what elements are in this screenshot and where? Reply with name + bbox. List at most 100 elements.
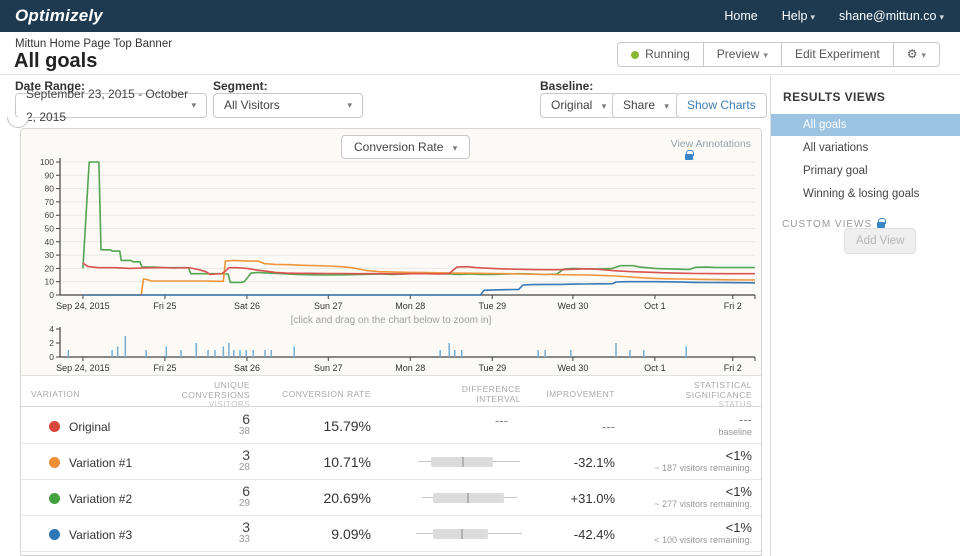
svg-text:Sat 26: Sat 26 [234,363,260,373]
chevron-down-icon: ▾ [921,50,926,60]
running-status-dot [631,51,639,59]
interval-midline [467,493,469,503]
settings-gear-button[interactable]: ⚙▾ [894,42,940,67]
header-actions: Running Preview▾ Edit Experiment ⚙▾ [617,42,940,67]
chevron-down-icon: ▾ [763,50,768,60]
share-label: Share [623,98,655,112]
col-header-improvement: Improvement [525,389,615,399]
navbar-link-home[interactable]: Home [724,9,757,23]
variation-color-dot [49,529,60,540]
optimizely-logo[interactable]: Optimizely [15,6,103,26]
top-navbar: Optimizely Home Help▾ shane@mittun.co▾ [0,0,960,32]
interval-dash: --- [495,413,508,428]
baseline-select[interactable]: Original ▾ [540,93,617,118]
segment-label: Segment: [213,79,268,93]
experiment-name: Mittun Home Page Top Banner [15,38,172,50]
significance-cell: <1%< 100 visitors remaining. [654,521,752,546]
svg-text:Wed 30: Wed 30 [557,301,588,311]
show-charts-button[interactable]: Show Charts [676,93,767,118]
running-status-label: Running [645,47,690,61]
results-views-title: RESULTS VIEWS [783,90,960,104]
variation-label: Variation #1 [69,456,132,470]
gear-icon: ⚙ [907,47,918,61]
unique-conversions-cell: 638 [239,412,250,437]
filter-bar: Date Range: September 23, 2015 - October… [0,76,770,128]
segment-value: All Visitors [224,94,280,117]
interval-midline [462,457,464,467]
difference-interval-cell [400,480,522,516]
unique-conversions-cell: 328 [239,448,250,473]
results-panel: Conversion Rate ▾ View Annotations 01020… [20,128,762,556]
difference-interval-cell [400,516,522,552]
chevron-down-icon: ▾ [810,12,815,22]
variation-label: Original [69,420,110,434]
svg-text:Sat 26: Sat 26 [234,301,260,311]
running-status-button[interactable]: Running [617,42,704,67]
improvement-cell: +31.0% [571,491,615,506]
svg-text:2: 2 [49,338,54,348]
table-row-original[interactable]: Original63815.79%---------baseline [21,408,761,444]
svg-text:Sun 27: Sun 27 [314,301,343,311]
svg-text:Oct 1: Oct 1 [644,301,666,311]
svg-text:Fri 25: Fri 25 [153,363,176,373]
svg-text:Fri 2: Fri 2 [724,301,742,311]
significance-cell: ---baseline [718,413,752,438]
date-range-select[interactable]: September 23, 2015 - October 2, 2015 ▾ [15,93,207,118]
svg-text:Fri 25: Fri 25 [153,301,176,311]
preview-button[interactable]: Preview▾ [704,42,782,67]
svg-text:Oct 1: Oct 1 [644,363,666,373]
svg-text:90: 90 [45,170,55,180]
view-annotations-label: View Annotations [671,138,751,150]
results-views-sidebar: RESULTS VIEWS All goalsAll variationsPri… [770,76,960,556]
table-row-variation-2[interactable]: Variation #262920.69%+31.0%<1%~ 277 visi… [21,480,761,516]
conversion-rate-cell: 10.71% [324,454,371,470]
difference-interval-cell [400,444,522,480]
svg-text:100: 100 [40,157,54,167]
segment-select[interactable]: All Visitors ▾ [213,93,363,118]
col-header-significance: Statistical SignificanceStatus [652,380,752,410]
navbar-link-shane-mittun-co[interactable]: shane@mittun.co▾ [839,9,944,23]
svg-text:0: 0 [49,352,54,362]
sidebar-item-all-variations[interactable]: All variations [771,137,960,159]
svg-text:Sun 27: Sun 27 [314,363,343,373]
chart-section: Conversion Rate ▾ View Annotations 01020… [21,129,761,376]
col-header-rate: Conversion Rate [261,389,371,399]
unique-conversions-cell: 629 [239,484,250,509]
difference-interval-cell: --- [400,408,522,444]
chevron-down-icon: ▾ [347,94,352,117]
sidebar-item-winning-losing-goals[interactable]: Winning & losing goals [771,183,960,205]
svg-text:4: 4 [49,325,54,334]
col-header-variation: Variation [31,389,80,399]
page-title: All goals [14,50,97,73]
improvement-cell: -32.1% [574,455,615,470]
conversion-rate-cell: 15.79% [324,418,371,434]
chevron-down-icon: ▾ [939,12,944,22]
zoom-navigator-chart[interactable]: 024Sep 24, 2015Fri 25Sat 26Sun 27Mon 28T… [26,325,756,375]
svg-text:Tue 29: Tue 29 [478,363,506,373]
view-annotations-link[interactable]: View Annotations [671,138,751,150]
table-row-variation-3[interactable]: Variation #33339.09%-42.4%<1%< 100 visit… [21,516,761,552]
sidebar-item-all-goals[interactable]: All goals [771,114,960,136]
svg-text:70: 70 [45,197,55,207]
interval-midline [461,529,463,539]
share-button[interactable]: Share ▾ [612,93,680,118]
svg-text:60: 60 [45,210,55,220]
conversion-rate-cell: 9.09% [331,526,371,542]
metric-dropdown-value: Conversion Rate [354,140,443,154]
conversion-rate-chart[interactable]: 0102030405060708090100Sep 24, 2015Fri 25… [26,155,756,313]
lock-icon [877,222,885,228]
chevron-down-icon: ▾ [453,143,458,153]
results-table-header: Variation Unique ConversionsVisitors Con… [21,377,761,407]
svg-text:80: 80 [45,184,55,194]
svg-text:Tue 29: Tue 29 [478,301,506,311]
sidebar-item-primary-goal[interactable]: Primary goal [771,160,960,182]
navbar-link-help[interactable]: Help▾ [782,9,815,23]
table-row-variation-1[interactable]: Variation #132810.71%-32.1%<1%~ 187 visi… [21,444,761,480]
variation-color-dot [49,457,60,468]
page-header: Mittun Home Page Top Banner All goals Ru… [0,32,960,75]
add-view-button[interactable]: Add View [844,228,916,254]
edit-experiment-button[interactable]: Edit Experiment [782,42,894,67]
date-range-value: September 23, 2015 - October 2, 2015 [26,83,191,129]
svg-text:Fri 2: Fri 2 [724,363,742,373]
navbar-links: Home Help▾ shane@mittun.co▾ [724,9,944,23]
